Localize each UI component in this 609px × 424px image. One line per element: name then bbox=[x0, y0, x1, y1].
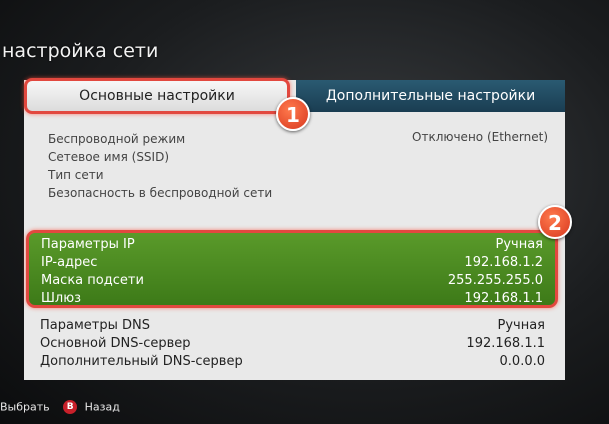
primary-dns-value: 192.168.1.1 bbox=[466, 336, 545, 351]
ip-address-value: 192.168.1.2 bbox=[464, 255, 543, 270]
b-button-icon: B bbox=[63, 400, 78, 414]
gateway-value: 192.168.1.1 bbox=[464, 291, 543, 306]
wireless-settings: Беспроводной режим Отключено (Ethernet) … bbox=[48, 130, 548, 202]
gateway-row[interactable]: Шлюз 192.168.1.1 bbox=[41, 289, 543, 308]
subnet-mask-value: 255.255.255.0 bbox=[447, 273, 543, 288]
annotation-marker-2: 2 bbox=[538, 205, 572, 239]
wireless-security-label: Безопасность в беспроводной сети bbox=[48, 186, 273, 200]
gateway-label: Шлюз bbox=[41, 291, 82, 306]
dns-params-row[interactable]: Параметры DNS Ручная bbox=[40, 317, 545, 335]
select-label[interactable]: Выбрать bbox=[0, 401, 50, 414]
primary-dns-row[interactable]: Основной DNS-сервер 192.168.1.1 bbox=[40, 335, 545, 353]
dns-params-value: Ручная bbox=[497, 318, 546, 333]
secondary-dns-row[interactable]: Дополнительный DNS-сервер 0.0.0.0 bbox=[40, 353, 545, 371]
footer-controls: Выбрать B Назад bbox=[0, 400, 120, 414]
primary-dns-label: Основной DNS-сервер bbox=[40, 336, 191, 351]
page-title: настройка сети bbox=[2, 40, 159, 62]
ip-params-row[interactable]: Параметры IP Ручная bbox=[41, 235, 543, 254]
ip-address-label: IP-адрес bbox=[41, 255, 98, 270]
ssid-label: Сетевое имя (SSID) bbox=[48, 150, 170, 164]
annotation-marker-1: 1 bbox=[276, 97, 310, 131]
tab-advanced-settings[interactable]: Дополнительные настройки bbox=[296, 80, 565, 112]
subnet-mask-label: Маска подсети bbox=[41, 273, 144, 288]
ip-address-row[interactable]: IP-адрес 192.168.1.2 bbox=[41, 253, 543, 272]
secondary-dns-label: Дополнительный DNS-сервер bbox=[40, 354, 243, 369]
tab-basic-settings[interactable]: Основные настройки bbox=[24, 78, 290, 114]
secondary-dns-value: 0.0.0.0 bbox=[499, 354, 545, 369]
wireless-mode-value: Отключено (Ethernet) bbox=[412, 130, 548, 144]
subnet-mask-row[interactable]: Маска подсети 255.255.255.0 bbox=[41, 271, 543, 290]
back-label[interactable]: Назад bbox=[85, 401, 120, 414]
network-type-label: Тип сети bbox=[48, 168, 104, 182]
dns-params-label: Параметры DNS bbox=[40, 318, 150, 333]
ip-settings-block[interactable]: Параметры IP Ручная IP-адрес 192.168.1.2… bbox=[26, 230, 558, 308]
ip-params-label: Параметры IP bbox=[41, 237, 135, 252]
ip-params-value: Ручная bbox=[495, 237, 544, 252]
